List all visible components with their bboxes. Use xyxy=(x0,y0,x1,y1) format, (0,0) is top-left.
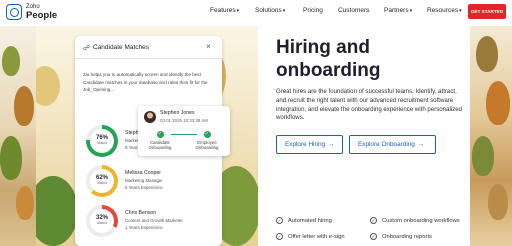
match-label: Match xyxy=(97,141,107,145)
step-label: Onboarding xyxy=(195,145,219,151)
onboarding-status-popup: Stephen Jones 03.01.2025 10:33:38 AM ✓ C… xyxy=(138,106,230,156)
nav-label: Customers xyxy=(338,7,370,14)
step-candidate-onboarding: ✓ Candidate Onboarding xyxy=(143,131,177,151)
site-header: Zoho People Features▾ Solutions▾ Pricing… xyxy=(0,0,512,24)
button-label: Explore Hiring xyxy=(285,141,326,148)
card-title: Candidate Matches xyxy=(93,44,150,51)
candidate-experience: 6 Years Experience xyxy=(125,185,163,190)
check-circle-icon: ✓ xyxy=(370,233,377,240)
nav-label: Pricing xyxy=(303,7,323,14)
zoho-people-logo[interactable]: Zoho People xyxy=(6,3,58,21)
candidate-name: Chris Benson xyxy=(125,210,157,216)
check-circle-icon: ✓ xyxy=(276,217,283,224)
explore-hiring-button[interactable]: Explore Hiring → xyxy=(276,135,343,154)
step-label: Candidate xyxy=(149,140,171,145)
avatar xyxy=(144,111,156,123)
hero-title-line-1: Hiring and xyxy=(276,37,370,58)
arrow-right-icon: → xyxy=(328,141,335,148)
candidate-experience: 1 Years Experience xyxy=(125,225,163,230)
popup-candidate-name: Stephen Jones xyxy=(160,110,195,116)
chevron-down-icon: ▾ xyxy=(282,8,286,14)
chevron-down-icon: ▾ xyxy=(459,8,462,14)
nav-partners[interactable]: Partners▾ xyxy=(384,7,412,14)
match-ring: 76% Match xyxy=(86,125,118,157)
feature-item: ✓ Automated hiring xyxy=(276,217,332,224)
popup-timestamp: 03.01.2025 10:33:38 AM xyxy=(160,118,208,123)
match-label: Match xyxy=(97,181,107,185)
feature-label: Offer letter with e-sign xyxy=(288,234,345,241)
arrow-right-icon: → xyxy=(417,141,425,148)
explore-onboarding-button[interactable]: Explore Onboarding → xyxy=(349,135,436,154)
left-decorative-art xyxy=(0,26,36,246)
step-label: Employee xyxy=(197,140,217,145)
feature-item: ✓ Onboarding reports xyxy=(370,233,432,240)
get-started-button[interactable]: GET STARTED xyxy=(468,4,506,19)
chevron-down-icon: ▾ xyxy=(236,8,240,14)
feature-label: Automated hiring xyxy=(288,218,332,225)
hero-title-line-2: onboarding xyxy=(276,60,381,81)
check-icon: ✓ xyxy=(156,131,164,138)
close-icon[interactable]: × xyxy=(206,42,211,51)
nav-customers[interactable]: Customers xyxy=(338,7,369,14)
card-description: Zia helps you to automatically screen an… xyxy=(83,72,208,92)
check-circle-icon: ✓ xyxy=(370,217,377,224)
feature-item: ✓ Offer letter with e-sign xyxy=(276,233,345,240)
candidate-name: Melissa Cooper xyxy=(125,170,162,176)
divider xyxy=(75,58,222,59)
nav-label: Solutions xyxy=(255,7,282,14)
chevron-down-icon: ▾ xyxy=(409,8,413,14)
check-icon: ✓ xyxy=(203,131,211,138)
right-decorative-art xyxy=(470,26,512,246)
zia-icon: ☍ xyxy=(83,45,91,52)
match-ring: 32% Match xyxy=(86,205,118,237)
candidate-role: Content and Growth Marketer xyxy=(125,218,183,223)
feature-label: Onboarding reports xyxy=(382,234,432,241)
feature-label: Custom onboarding workflows xyxy=(382,218,460,225)
match-label: Match xyxy=(97,221,107,225)
hero-description: Great hires are the foundation of succes… xyxy=(276,88,462,122)
button-label: Explore Onboarding xyxy=(358,141,415,148)
logo-product: People xyxy=(26,10,58,21)
candidate-row[interactable]: 32% Match Chris Benson Content and Growt… xyxy=(83,202,216,240)
nav-label: Resources xyxy=(427,7,459,14)
candidate-row[interactable]: 62% Match Melissa Cooper Marketing Manag… xyxy=(83,162,216,200)
nav-features[interactable]: Features▾ xyxy=(210,7,239,14)
check-circle-icon: ✓ xyxy=(276,233,283,240)
nav-label: Features xyxy=(210,7,236,14)
step-label: Onboarding xyxy=(148,145,172,151)
step-employee-onboarding: ✓ Employee Onboarding xyxy=(190,131,224,151)
nav-pricing[interactable]: Pricing xyxy=(303,7,323,14)
match-ring: 62% Match xyxy=(86,165,118,197)
nav-solutions[interactable]: Solutions▾ xyxy=(255,7,285,14)
nav-resources[interactable]: Resources▾ xyxy=(427,7,462,14)
nav-label: Partners xyxy=(384,7,409,14)
zoho-logo-icon xyxy=(6,4,22,20)
candidate-role: Marketing Manager xyxy=(125,178,163,183)
feature-item: ✓ Custom onboarding workflows xyxy=(370,217,460,224)
